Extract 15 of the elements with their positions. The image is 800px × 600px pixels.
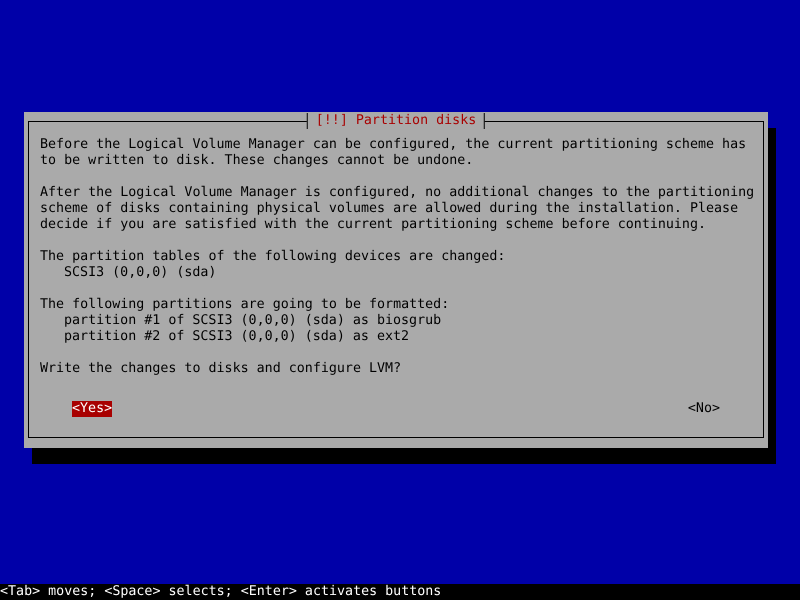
body-text: After the Logical Volume Manager is configured, no additional changes to the partitioning	[40, 185, 752, 201]
body-text: The partition tables of the following devices are changed:	[40, 249, 506, 265]
dialog-button[interactable]: <Yes>	[72, 401, 112, 417]
status-bar: <Tab> moves; <Space> selects; <Enter> activates buttons	[0, 584, 800, 600]
body-text: Write the changes to disks and configure LVM?	[40, 361, 402, 377]
body-text: decide if you are satisfied with the current partitioning scheme before continuing.	[40, 217, 708, 233]
list-item: partition #2 of SCSI3 (0,0,0) (sda) as ext2	[64, 329, 410, 344]
body-text: scheme of disks containing physical volumes are allowed during the installation. Please	[40, 201, 740, 217]
dialog-button[interactable]: <No>	[688, 401, 720, 417]
body-text: The following partitions are going to be formatted:	[40, 297, 450, 313]
body-text: to be written to disk. These changes cannot be undone.	[40, 153, 474, 169]
dialog-title: [!!] Partition disks	[306, 113, 486, 129]
list-item: SCSI3 (0,0,0) (sda)	[64, 265, 216, 280]
list-item: partition #1 of SCSI3 (0,0,0) (sda) as biosgrub	[64, 313, 442, 328]
body-text: Before the Logical Volume Manager can be configured, the current partitioning scheme has	[40, 137, 748, 153]
